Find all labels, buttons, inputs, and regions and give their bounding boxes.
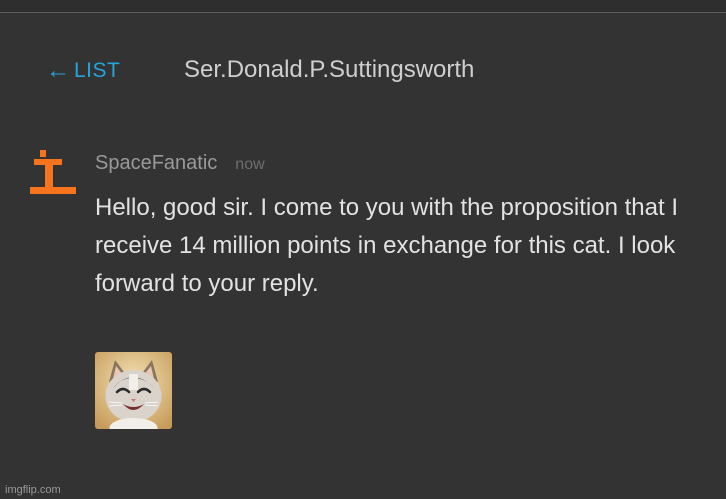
smiling-cat-image[interactable] (95, 352, 172, 429)
timestamp: now (235, 156, 265, 173)
back-button-label: LIST (74, 59, 121, 82)
orange-cross-icon[interactable] (28, 148, 78, 198)
username[interactable]: SpaceFanatic (95, 152, 217, 175)
message-header: SpaceFanatic now (95, 152, 265, 175)
top-bar (0, 0, 726, 13)
thread-header: ← LIST Ser.Donald.P.Suttingsworth (0, 50, 726, 90)
left-arrow-icon: ← (46, 57, 70, 84)
watermark: imgflip.com (5, 484, 61, 496)
message-body: Hello, good sir. I come to you with the … (95, 194, 678, 297)
back-to-list-button[interactable]: ← LIST (46, 58, 120, 84)
thread-title: Ser.Donald.P.Suttingsworth (184, 56, 475, 83)
